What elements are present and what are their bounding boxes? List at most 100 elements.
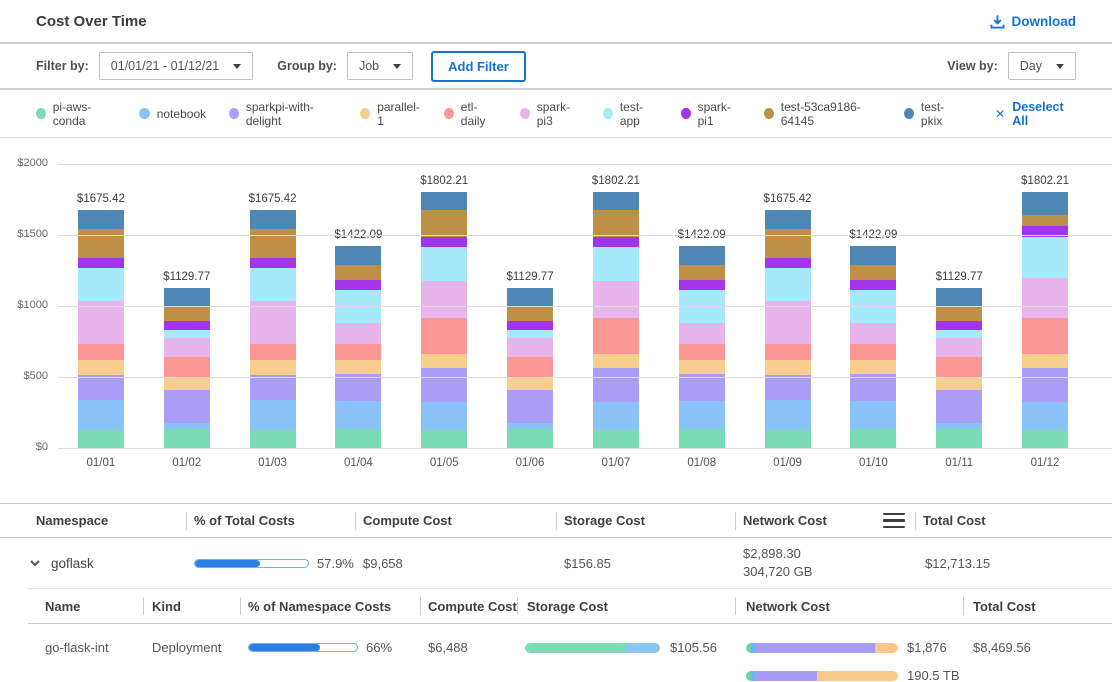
bar-segment-test-pkix[interactable] [850,246,896,264]
bar-segment-etl-daily[interactable] [679,344,725,360]
legend-item-spark-pi1[interactable]: spark-pi1 [681,100,741,128]
bar-segment-spark-pi1[interactable] [593,237,639,248]
col-header-total[interactable]: Total Cost [963,589,1112,623]
bar-segment-pi-aws-conda[interactable] [507,429,553,448]
chevron-down-icon[interactable] [28,556,42,570]
date-range-dropdown[interactable]: 01/01/21 - 01/12/21 [99,52,253,80]
col-header-total[interactable]: Total Cost [915,504,1112,537]
bar-segment-parallel-1[interactable] [507,377,553,390]
bar-segment-etl-daily[interactable] [507,357,553,377]
bar-segment-spark-pi1[interactable] [507,321,553,330]
bar-segment-spark-pi3[interactable] [335,323,381,344]
bar-segment-test-pkix[interactable] [421,192,467,210]
bar-segment-pi-aws-conda[interactable] [164,429,210,448]
bar-segment-spark-pi1[interactable] [164,321,210,330]
bar-segment-pi-aws-conda[interactable] [593,430,639,448]
bar-segment-parallel-1[interactable] [850,360,896,374]
bar-segment-test-53ca9186-64145[interactable] [936,307,982,322]
bar-segment-test-app[interactable] [936,330,982,338]
bar-segment-notebook[interactable] [850,401,896,429]
legend-item-parallel-1[interactable]: parallel-1 [360,100,421,128]
bar-segment-parallel-1[interactable] [250,360,296,375]
bar-segment-spark-pi1[interactable] [421,237,467,248]
bar-segment-sparkpi-with-delight[interactable] [421,368,467,403]
bar-segment-test-53ca9186-64145[interactable] [78,229,124,258]
legend-item-etl-daily[interactable]: etl-daily [444,100,497,128]
bar-segment-notebook[interactable] [250,400,296,430]
chart-bar-01/08[interactable]: $1422.0901/08 [659,138,745,448]
view-by-dropdown[interactable]: Day [1008,52,1076,80]
bar-segment-test-53ca9186-64145[interactable] [421,210,467,237]
bar-segment-sparkpi-with-delight[interactable] [507,390,553,423]
bar-segment-test-pkix[interactable] [593,192,639,210]
download-button[interactable]: Download [990,14,1077,29]
bar-segment-test-53ca9186-64145[interactable] [507,307,553,322]
bar-segment-spark-pi3[interactable] [679,323,725,344]
bar-segment-notebook[interactable] [593,402,639,429]
bar-segment-etl-daily[interactable] [765,344,811,360]
bar-segment-test-app[interactable] [1022,237,1068,278]
bar-segment-spark-pi1[interactable] [765,258,811,268]
col-header-network[interactable]: Network Cost [735,504,915,537]
bar-segment-pi-aws-conda[interactable] [1022,430,1068,448]
bar-segment-test-pkix[interactable] [765,210,811,229]
bar-segment-sparkpi-with-delight[interactable] [936,390,982,423]
bar-segment-test-53ca9186-64145[interactable] [1022,215,1068,226]
col-header-compute[interactable]: Compute Cost [355,504,556,537]
bar-segment-test-app[interactable] [164,330,210,338]
bar-segment-test-53ca9186-64145[interactable] [164,307,210,322]
col-header-namespace[interactable]: Namespace [0,504,186,537]
bar-segment-notebook[interactable] [78,400,124,430]
bar-segment-parallel-1[interactable] [421,354,467,367]
bar-segment-test-pkix[interactable] [679,246,725,264]
table-row-namespace[interactable]: goflask 57.9% $9,658 $156.85 $2,898.30 3… [0,538,1112,588]
bar-segment-sparkpi-with-delight[interactable] [593,368,639,403]
bar-segment-spark-pi3[interactable] [1022,278,1068,319]
legend-item-test-pkix[interactable]: test-pkix [904,100,960,128]
add-filter-button[interactable]: Add Filter [431,51,526,82]
bar-segment-parallel-1[interactable] [1022,354,1068,367]
bar-segment-test-pkix[interactable] [250,210,296,229]
bar-segment-test-app[interactable] [78,268,124,301]
bar-segment-etl-daily[interactable] [850,344,896,360]
bar-segment-etl-daily[interactable] [593,318,639,354]
legend-item-notebook[interactable]: notebook [139,107,206,121]
bar-segment-spark-pi1[interactable] [679,280,725,290]
col-header-storage[interactable]: Storage Cost [517,589,735,623]
bar-segment-spark-pi3[interactable] [421,281,467,319]
bar-segment-test-53ca9186-64145[interactable] [335,265,381,281]
chart-bar-01/11[interactable]: $1129.7701/11 [916,138,1002,448]
bar-segment-pi-aws-conda[interactable] [250,430,296,448]
bar-segment-notebook[interactable] [765,400,811,430]
bar-segment-sparkpi-with-delight[interactable] [164,390,210,423]
bar-segment-test-app[interactable] [765,268,811,301]
chart-bar-01/02[interactable]: $1129.7701/02 [144,138,230,448]
col-header-storage[interactable]: Storage Cost [556,504,735,537]
bar-segment-spark-pi3[interactable] [250,301,296,344]
table-row-workload[interactable]: go-flask-int Deployment 66% $6,488 $105.… [28,624,1112,682]
bar-segment-parallel-1[interactable] [936,377,982,390]
bar-segment-parallel-1[interactable] [164,377,210,390]
bar-segment-test-53ca9186-64145[interactable] [765,229,811,258]
bar-segment-spark-pi3[interactable] [850,323,896,344]
bar-segment-test-53ca9186-64145[interactable] [250,229,296,258]
chart-bar-01/06[interactable]: $1129.7701/06 [487,138,573,448]
bar-segment-test-53ca9186-64145[interactable] [593,210,639,237]
col-header-kind[interactable]: Kind [143,589,240,623]
legend-item-pi-aws-conda[interactable]: pi-aws-conda [36,100,116,128]
chart-bar-01/03[interactable]: $1675.4201/03 [230,138,316,448]
chart-bar-01/12[interactable]: $1802.2101/12 [1002,138,1088,448]
deselect-all-button[interactable]: ✕ Deselect All [995,100,1076,128]
bar-segment-spark-pi3[interactable] [164,338,210,357]
bar-segment-sparkpi-with-delight[interactable] [250,375,296,401]
bar-segment-etl-daily[interactable] [936,357,982,377]
bar-segment-etl-daily[interactable] [421,318,467,354]
legend-item-spark-pi3[interactable]: spark-pi3 [520,100,580,128]
bar-segment-test-app[interactable] [507,330,553,338]
bar-segment-pi-aws-conda[interactable] [421,430,467,448]
bar-segment-sparkpi-with-delight[interactable] [765,375,811,401]
chart-bar-01/09[interactable]: $1675.4201/09 [745,138,831,448]
col-header-pct-total[interactable]: % of Total Costs [186,504,355,537]
bar-segment-parallel-1[interactable] [78,360,124,375]
bar-segment-test-pkix[interactable] [1022,192,1068,215]
